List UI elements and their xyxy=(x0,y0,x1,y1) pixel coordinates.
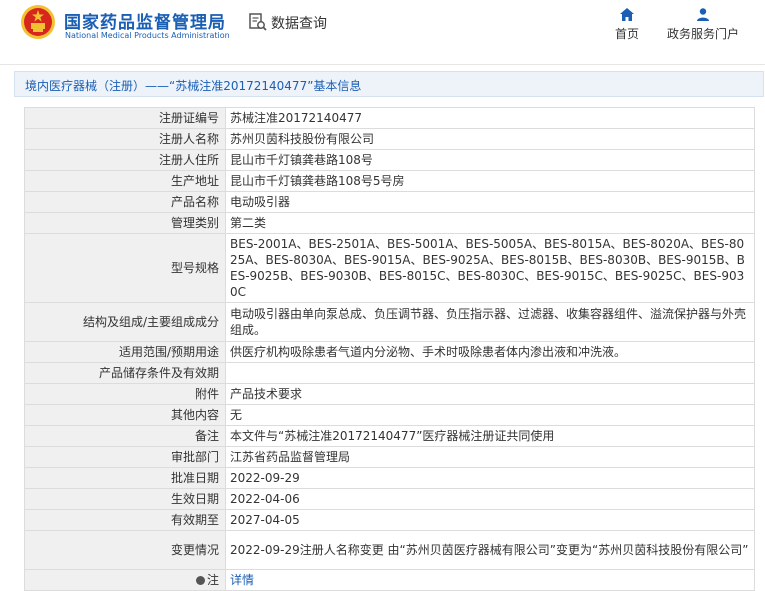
field-label: 注册人住所 xyxy=(24,149,226,171)
field-label: 审批部门 xyxy=(24,446,226,468)
field-label: 其他内容 xyxy=(24,404,226,426)
table-row: 审批部门 江苏省药品监督管理局 xyxy=(24,446,755,468)
table-row: 备注 本文件与“苏械注准20172140477”医疗器械注册证共同使用 xyxy=(24,425,755,447)
header-divider xyxy=(0,64,765,65)
table-row: 注册人住所 昆山市千灯镇龚巷路108号 xyxy=(24,149,755,171)
nav-home[interactable]: 首页 xyxy=(612,8,642,42)
brand-subtitle[interactable]: National Medical Products Administration xyxy=(65,31,230,40)
field-value: 2022-09-29注册人名称变更 由“苏州贝茵医疗器械有限公司”变更为“苏州贝… xyxy=(225,530,755,570)
field-label: 有效期至 xyxy=(24,509,226,531)
breadcrumb-text[interactable]: 境内医疗器械（注册）——“苏械注准20172140477”基本信息 xyxy=(25,77,361,94)
site-header: 国家药品监督管理局 National Medical Products Admi… xyxy=(0,0,765,60)
field-value: 本文件与“苏械注准20172140477”医疗器械注册证共同使用 xyxy=(225,425,755,447)
table-row: 注 详情 xyxy=(24,569,755,591)
nav-home-label: 首页 xyxy=(614,27,639,41)
field-value: 2022-09-29 xyxy=(225,467,755,489)
field-value: 2027-04-05 xyxy=(225,509,755,531)
table-row: 其他内容 无 xyxy=(24,404,755,426)
field-value: 苏州贝茵科技股份有限公司 xyxy=(225,128,755,150)
registration-info-table: 注册证编号 苏械注准20172140477 注册人名称 苏州贝茵科技股份有限公司… xyxy=(24,107,755,591)
note-label: 注 xyxy=(206,573,219,587)
field-label-note: 注 xyxy=(24,569,226,591)
field-value: 第二类 xyxy=(225,212,755,234)
field-label: 适用范围/预期用途 xyxy=(24,341,226,363)
data-query-link[interactable]: 数据查询 xyxy=(271,13,327,33)
info-dot-icon xyxy=(195,576,205,585)
document-search-icon[interactable] xyxy=(248,12,268,32)
field-label: 注册人名称 xyxy=(24,128,226,150)
field-label: 产品储存条件及有效期 xyxy=(24,362,226,384)
nav-portal-label: 政务服务门户 xyxy=(666,27,739,41)
home-icon xyxy=(620,8,634,21)
field-label: 结构及组成/主要组成成分 xyxy=(24,302,226,342)
field-value: 详情 xyxy=(225,569,755,591)
table-row: 附件 产品技术要求 xyxy=(24,383,755,405)
field-value: 电动吸引器 xyxy=(225,191,755,213)
table-row: 注册证编号 苏械注准20172140477 xyxy=(24,107,755,129)
table-row: 生效日期 2022-04-06 xyxy=(24,488,755,510)
table-row: 产品储存条件及有效期 xyxy=(24,362,755,384)
nav-government-portal[interactable]: 政务服务门户 xyxy=(664,8,742,42)
national-emblem-icon[interactable] xyxy=(20,4,56,40)
table-row: 批准日期 2022-09-29 xyxy=(24,467,755,489)
field-label: 备注 xyxy=(24,425,226,447)
table-row: 变更情况 2022-09-29注册人名称变更 由“苏州贝茵医疗器械有限公司”变更… xyxy=(24,530,755,570)
table-row: 型号规格 BES-2001A、BES-2501A、BES-5001A、BES-5… xyxy=(24,233,755,303)
field-label: 附件 xyxy=(24,383,226,405)
table-row: 管理类别 第二类 xyxy=(24,212,755,234)
table-row: 产品名称 电动吸引器 xyxy=(24,191,755,213)
breadcrumb: 境内医疗器械（注册）——“苏械注准20172140477”基本信息 xyxy=(14,71,764,97)
brand-title[interactable]: 国家药品监督管理局 xyxy=(64,8,226,33)
field-label: 管理类别 xyxy=(24,212,226,234)
field-value: 2022-04-06 xyxy=(225,488,755,510)
field-value: 无 xyxy=(225,404,755,426)
field-label: 变更情况 xyxy=(24,530,226,570)
field-label: 生效日期 xyxy=(24,488,226,510)
field-label: 注册证编号 xyxy=(24,107,226,129)
details-link[interactable]: 详情 xyxy=(230,573,254,587)
field-value xyxy=(225,362,755,384)
table-row: 有效期至 2027-04-05 xyxy=(24,509,755,531)
table-row: 生产地址 昆山市千灯镇龚巷路108号5号房 xyxy=(24,170,755,192)
field-value: 产品技术要求 xyxy=(225,383,755,405)
user-icon xyxy=(697,8,709,21)
field-value: 苏械注准20172140477 xyxy=(225,107,755,129)
field-label: 型号规格 xyxy=(24,233,226,303)
table-row: 结构及组成/主要组成成分 电动吸引器由单向泵总成、负压调节器、负压指示器、过滤器… xyxy=(24,302,755,342)
field-label: 生产地址 xyxy=(24,170,226,192)
field-label: 产品名称 xyxy=(24,191,226,213)
table-row: 适用范围/预期用途 供医疗机构吸除患者气道内分泌物、手术时吸除患者体内渗出液和冲… xyxy=(24,341,755,363)
field-value: 昆山市千灯镇龚巷路108号5号房 xyxy=(225,170,755,192)
field-value: 供医疗机构吸除患者气道内分泌物、手术时吸除患者体内渗出液和冲洗液。 xyxy=(225,341,755,363)
field-value: 电动吸引器由单向泵总成、负压调节器、负压指示器、过滤器、收集容器组件、溢流保护器… xyxy=(225,302,755,342)
table-row: 注册人名称 苏州贝茵科技股份有限公司 xyxy=(24,128,755,150)
field-value: BES-2001A、BES-2501A、BES-5001A、BES-5005A、… xyxy=(225,233,755,303)
field-value: 江苏省药品监督管理局 xyxy=(225,446,755,468)
field-label: 批准日期 xyxy=(24,467,226,489)
field-value: 昆山市千灯镇龚巷路108号 xyxy=(225,149,755,171)
